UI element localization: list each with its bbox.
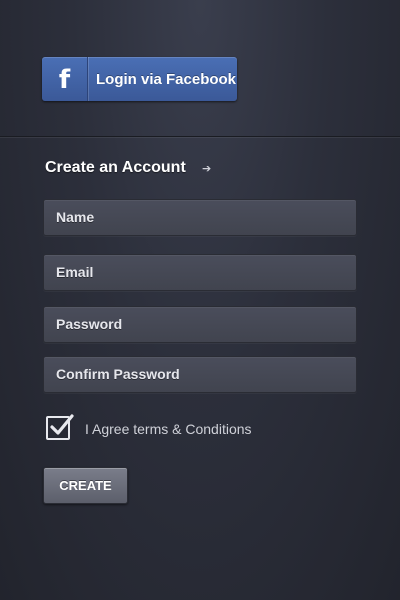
agree-terms-label: I Agree terms & Conditions	[85, 421, 252, 437]
facebook-login-label: Login via Facebook	[96, 70, 237, 88]
confirm-password-input[interactable]: Confirm Password	[43, 356, 357, 393]
facebook-icon-box: f	[42, 57, 88, 101]
create-account-heading: Create an Account	[45, 159, 186, 176]
facebook-icon: f	[58, 65, 71, 95]
agree-terms-checkbox[interactable]	[46, 414, 74, 440]
signup-page: f Login via Facebook Create an Account ➔…	[0, 0, 400, 600]
checkmark-icon	[50, 414, 74, 435]
email-input[interactable]: Email	[43, 254, 357, 291]
name-input[interactable]: Name	[43, 199, 357, 236]
arrow-right-icon: ➔	[202, 162, 212, 175]
facebook-login-button[interactable]: f Login via Facebook	[42, 57, 237, 101]
create-button[interactable]: CREATE	[43, 467, 128, 504]
password-input[interactable]: Password	[43, 306, 357, 343]
section-divider	[0, 136, 400, 137]
